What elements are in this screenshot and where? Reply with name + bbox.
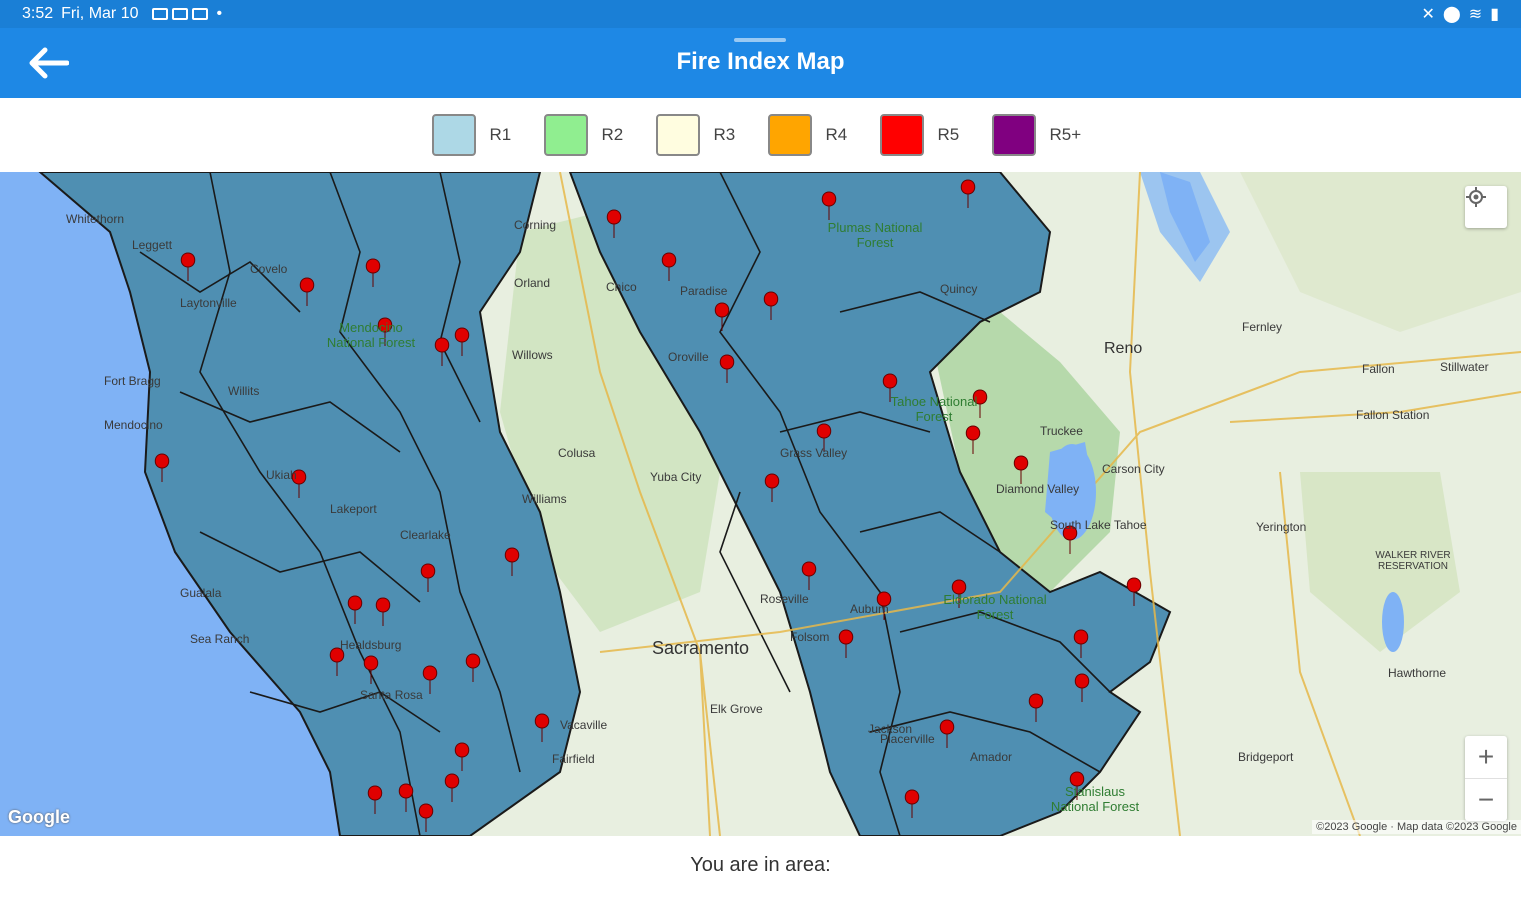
page-title: Fire Index Map	[676, 48, 845, 75]
crosshair-icon	[1466, 187, 1486, 207]
map-label-mendocino: Mendocino	[104, 418, 163, 432]
fire-index-map[interactable]: Sacramento Reno Fallon Fernley Stillwate…	[0, 172, 1521, 836]
map-label-laytonville: Laytonville	[180, 296, 237, 310]
legend-item: R5	[879, 114, 978, 156]
notification-icon	[172, 8, 189, 20]
map-label-whitethorn: Whitethorn	[66, 212, 125, 226]
notification-icon	[152, 8, 169, 20]
status-date: Fri, Mar 10	[61, 5, 139, 22]
map-label-diamond-valley: Diamond Valley	[996, 482, 1080, 496]
map-label-yuba-city: Yuba City	[650, 470, 702, 484]
map-label-healdsburg: Healdsburg	[340, 638, 402, 652]
legend-swatch	[991, 114, 1036, 156]
map-label-gualala: Gualala	[180, 586, 222, 600]
map-label-bridgeport: Bridgeport	[1238, 750, 1294, 764]
legend-swatch	[879, 114, 924, 156]
map-label-fairfield: Fairfield	[552, 752, 595, 766]
drag-handle[interactable]	[734, 38, 786, 42]
map-label-placerville: Placerville	[880, 732, 935, 746]
map-label-lakeport: Lakeport	[330, 502, 377, 516]
map-label-grass-valley: Grass Valley	[780, 446, 848, 460]
map-label-elk-grove: Elk Grove	[710, 702, 763, 716]
map-label-sea-ranch: Sea Ranch	[190, 632, 250, 646]
map-label-quincy: Quincy	[940, 282, 978, 296]
legend-swatch	[767, 114, 812, 156]
status-time: 3:52	[22, 5, 54, 22]
map-label-williams: Williams	[522, 492, 567, 506]
map-label-south-lake-tahoe: South Lake Tahoe	[1050, 518, 1147, 532]
zoom-controls: + −	[1465, 736, 1507, 821]
map-label-plumas-nf: Plumas National Forest	[827, 220, 923, 250]
legend-label: R5+	[1049, 125, 1082, 144]
map-label-tahoe-nf: Tahoe National Forest	[890, 394, 978, 424]
map-label-truckee: Truckee	[1040, 424, 1083, 438]
more-notifications-icon: •	[216, 5, 223, 22]
legend-swatch	[431, 114, 476, 156]
legend-item: R4	[767, 114, 866, 156]
map-label-covelo: Covelo	[250, 262, 288, 276]
legend-swatch	[543, 114, 588, 156]
map-label-ukiah: Ukiah	[266, 468, 297, 482]
map-label-fort-bragg: Fort Bragg	[104, 374, 161, 388]
app-bar: Fire Index Map	[0, 28, 1521, 98]
map-label-paradise: Paradise	[680, 284, 728, 298]
map-label-chico: Chico	[606, 280, 637, 294]
legend-item: R5+	[991, 114, 1090, 156]
map-label-hawthorne: Hawthorne	[1388, 666, 1447, 680]
map-label-orland: Orland	[514, 276, 551, 290]
map-label-folsom: Folsom	[790, 630, 830, 644]
legend-label: R5	[937, 125, 960, 144]
location-icon: ⬤	[1442, 6, 1461, 23]
legend-swatch	[655, 114, 700, 156]
legend-item: R2	[543, 114, 642, 156]
legend-label: R3	[713, 125, 736, 144]
area-info-text: You are in area:	[690, 854, 831, 876]
map-label-stillwater: Stillwater	[1440, 360, 1489, 374]
wifi-icon: ≋	[1468, 6, 1483, 23]
map-label-walker-river: WALKER RIVER RESERVATION	[1375, 550, 1451, 572]
map-label-willows: Willows	[512, 348, 553, 362]
legend-label: R1	[489, 125, 512, 144]
map-label-fallon: Fallon	[1362, 362, 1395, 376]
map-label-carson-city: Carson City	[1102, 462, 1165, 476]
map-label-vacaville: Vacaville	[560, 718, 608, 732]
map-label-yerington: Yerington	[1256, 520, 1307, 534]
map-label-auburn: Auburn	[850, 602, 889, 616]
map-label-willits: Willits	[228, 384, 260, 398]
area-panel: You are in area:	[0, 836, 1521, 900]
map-label-mendocino-nf: Mendocino National Forest	[326, 320, 416, 350]
legend-item: R3	[655, 114, 754, 156]
legend-item: R1	[431, 114, 530, 156]
google-logo: Google	[8, 807, 70, 827]
map-label-corning: Corning	[514, 218, 557, 232]
map-label-leggett: Leggett	[132, 238, 173, 252]
notification-icon	[192, 8, 209, 20]
status-bar: 3:52 Fri, Mar 10 • ✕ ⬤ ≋ ▮	[0, 0, 1521, 28]
legend-label: R2	[601, 125, 624, 144]
map-label-stanislaus-nf: Stanislaus National Forest	[1050, 784, 1140, 814]
map-label-oroville: Oroville	[668, 350, 709, 364]
zoom-in-button[interactable]: +	[1465, 736, 1507, 778]
fire-index-legend: R1 R2 R3 R4 R5 R5+	[0, 98, 1521, 172]
mute-icon: ✕	[1421, 6, 1435, 23]
lake	[1382, 592, 1404, 652]
map-label-fallon-station: Fallon Station	[1356, 408, 1430, 422]
map-label-santa-rosa: Santa Rosa	[360, 688, 423, 702]
map-label-roseville: Roseville	[760, 592, 809, 606]
map-label-eldorado-nf: Eldorado National Forest	[943, 592, 1047, 622]
map-label-clearlake: Clearlake	[400, 528, 451, 542]
zoom-out-button[interactable]: −	[1465, 778, 1507, 821]
legend-label: R4	[825, 125, 848, 144]
map-label-colusa: Colusa	[558, 446, 596, 460]
map-label-sacramento: Sacramento	[652, 638, 750, 658]
map-copyright: ©2023 Google · Map data ©2023 Google	[1312, 820, 1521, 834]
my-location-button[interactable]	[1465, 186, 1507, 228]
map-canvas[interactable]	[0, 172, 1521, 836]
map-label-reno: Reno	[1104, 340, 1143, 357]
map-label-fernley: Fernley	[1242, 320, 1283, 334]
map-label-amador: Amador	[970, 750, 1013, 764]
battery-icon: ▮	[1490, 6, 1499, 23]
